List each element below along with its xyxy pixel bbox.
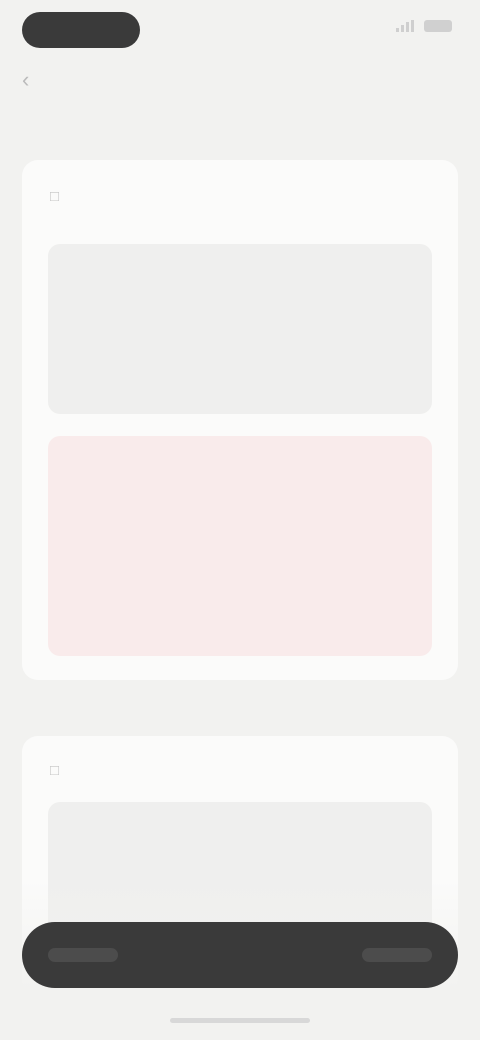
app-screen: ‹ □ □	[0, 0, 480, 1040]
bottom-bar-right-control[interactable]	[362, 948, 432, 962]
status-bar	[0, 0, 480, 60]
bottom-bar-left-control[interactable]	[48, 948, 118, 962]
home-indicator	[170, 1018, 310, 1023]
battery-icon	[424, 20, 452, 32]
card[interactable]: □	[22, 160, 458, 680]
status-time	[22, 12, 140, 48]
chevron-left-icon[interactable]: ‹	[22, 68, 46, 92]
card-header: □	[50, 762, 434, 780]
bottom-action-bar[interactable]	[22, 922, 458, 988]
document-icon: □	[50, 762, 60, 779]
card-header: □	[50, 188, 434, 206]
warning-block	[48, 436, 432, 656]
info-block	[48, 244, 432, 414]
status-icons	[396, 20, 452, 32]
document-icon: □	[50, 188, 60, 205]
nav-header: ‹	[0, 58, 480, 102]
signal-icon	[396, 20, 416, 32]
